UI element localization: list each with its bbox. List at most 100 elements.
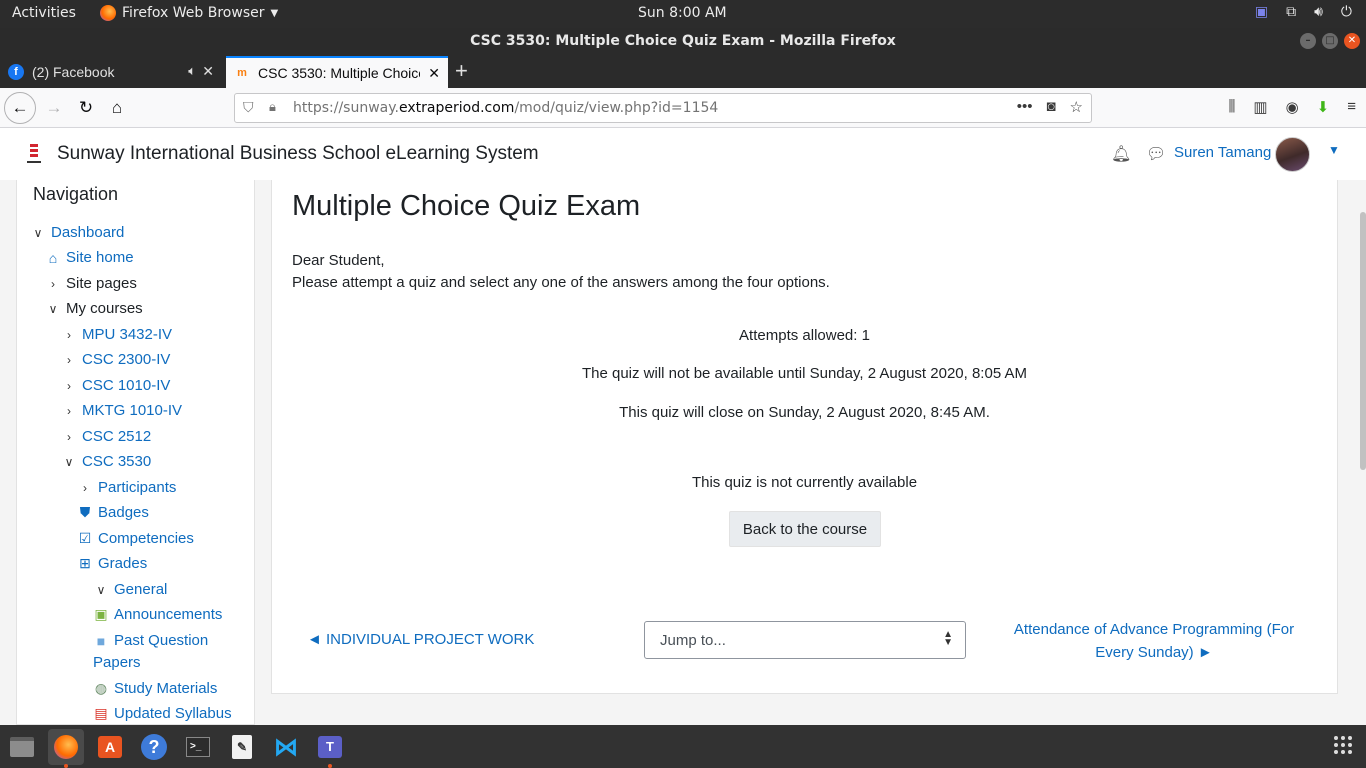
page-scrollbar[interactable] — [1360, 212, 1366, 470]
navigation-block: Navigation ∨ Dashboard ⌂ Site home › Site p… — [16, 180, 255, 725]
nav-item-site-pages[interactable]: › Site pages — [46, 275, 137, 292]
software-center-icon[interactable]: A — [92, 729, 128, 765]
bookmark-star-icon[interactable]: ☆ — [1070, 98, 1083, 116]
navigation-heading: Navigation — [33, 184, 119, 204]
nav-item-course[interactable]: › CSC 1010-IV — [62, 377, 170, 394]
chevron-down-icon[interactable]: ∨ — [62, 455, 76, 469]
prev-activity-link[interactable]: ◄ INDIVIDUAL PROJECT WORK — [307, 631, 534, 648]
nav-item-course-current[interactable]: ∨ CSC 3530 — [62, 453, 152, 470]
lock-icon[interactable]: 🔒︎ — [269, 99, 276, 115]
forward-button[interactable]: → — [40, 94, 68, 122]
nav-item-past-papers-line2[interactable]: Papers — [93, 654, 141, 671]
url-text[interactable]: https://sunway.extraperiod.com/mod/quiz/… — [293, 100, 718, 116]
close-tab-icon[interactable]: ✕ — [202, 63, 214, 80]
firefox-dock-icon[interactable] — [48, 729, 84, 765]
chevron-right-icon[interactable]: › — [62, 353, 76, 367]
tab-facebook[interactable]: f (2) Facebook 🔈︎ ✕ — [0, 56, 222, 88]
help-icon[interactable]: ? — [136, 729, 172, 765]
chevron-right-icon[interactable]: › — [78, 481, 92, 495]
app-menu-label: Firefox Web Browser — [122, 5, 265, 21]
files-icon[interactable] — [4, 729, 40, 765]
nav-item-dashboard[interactable]: ∨ Dashboard — [31, 224, 125, 241]
show-applications-icon[interactable] — [1334, 736, 1352, 754]
system-top-bar: Activities Firefox Web Browser ▼ Sun 8:0… — [0, 0, 1366, 28]
chevron-down-icon[interactable]: ∨ — [94, 583, 108, 597]
pocket-icon[interactable]: ◙ — [1046, 98, 1055, 116]
tab-quiz[interactable]: m CSC 3530: Multiple Choice Quiz Exam ✕ — [226, 56, 448, 88]
shield-icon[interactable]: ⛉ — [243, 99, 254, 116]
chat-icon[interactable]: 💬︎ — [1146, 144, 1166, 164]
home-button[interactable]: ⌂ — [103, 94, 131, 122]
chevron-down-icon: ▼ — [270, 7, 279, 19]
speaker-icon[interactable]: 🔈︎ — [188, 63, 196, 79]
close-window-button[interactable]: ✕ — [1344, 33, 1360, 49]
app-menu[interactable]: Firefox Web Browser ▼ — [100, 5, 278, 21]
chevron-right-icon[interactable]: › — [62, 379, 76, 393]
tab-strip: f (2) Facebook 🔈︎ ✕ m CSC 3530: Multiple… — [0, 56, 1366, 88]
chevron-right-icon[interactable]: › — [46, 277, 60, 291]
new-tab-button[interactable]: + — [455, 58, 468, 84]
chevron-right-icon[interactable]: › — [62, 430, 76, 444]
nav-item-study-materials[interactable]: ◍ Study Materials — [93, 680, 217, 697]
firefox-icon — [100, 5, 116, 21]
chevron-right-icon[interactable]: › — [62, 404, 76, 418]
attempts-allowed: Attempts allowed: 1 — [739, 327, 870, 344]
taskbar-dock: A ? >_ ✎ ⋈ T — [0, 725, 1366, 768]
site-name[interactable]: Sunway International Business School eLe… — [57, 143, 539, 165]
library-icon[interactable]: ⫼ — [1228, 98, 1235, 116]
close-tab-icon[interactable]: ✕ — [428, 65, 440, 82]
nav-item-competencies[interactable]: ☑ Competencies — [77, 530, 194, 547]
user-menu-chevron-icon[interactable]: ▼ — [1328, 143, 1340, 157]
tab-title: CSC 3530: Multiple Choice Quiz Exam — [258, 65, 420, 81]
back-button[interactable]: ← — [4, 92, 36, 124]
next-activity-link[interactable]: Attendance of Advance Programming (For E… — [1004, 618, 1304, 664]
nav-item-announcements[interactable]: ▣ Announcements — [93, 606, 222, 623]
reload-button[interactable]: ↻ — [72, 94, 100, 122]
running-indicator — [328, 764, 332, 768]
nav-item-course[interactable]: › MPU 3432-IV — [62, 326, 172, 343]
menu-icon[interactable]: ≡ — [1347, 98, 1356, 116]
sunway-logo[interactable] — [24, 142, 44, 166]
teams-tray-icon[interactable]: ▣ — [1255, 4, 1268, 20]
nav-item-updated-syllabus[interactable]: ▤ Updated Syllabus — [93, 705, 231, 722]
back-to-course-button[interactable]: Back to the course — [729, 511, 881, 547]
download-icon[interactable]: ⬇ — [1317, 98, 1330, 116]
page-actions-icon[interactable]: ••• — [1017, 98, 1033, 116]
url-bar[interactable]: ⛉ 🔒︎ https://sunway.extraperiod.com/mod/… — [234, 93, 1092, 123]
nav-item-past-papers[interactable]: ■ Past Question — [93, 632, 208, 649]
nav-item-my-courses[interactable]: ∨ My courses — [46, 300, 143, 317]
teams-icon[interactable]: T — [312, 729, 348, 765]
nav-item-course[interactable]: › CSC 2300-IV — [62, 351, 170, 368]
quiz-status: This quiz is not currently available — [691, 474, 918, 491]
nav-item-badges[interactable]: ⛊ Badges — [77, 504, 149, 521]
table-icon: ⊞ — [79, 555, 91, 571]
nav-item-course[interactable]: › CSC 2512 — [62, 428, 151, 445]
nav-item-general[interactable]: ∨ General — [94, 581, 168, 598]
url-globe-icon: ◍ — [94, 680, 108, 696]
chevron-down-icon[interactable]: ∨ — [31, 226, 45, 240]
chevron-right-icon[interactable]: › — [62, 328, 76, 342]
chevron-down-icon[interactable]: ∨ — [46, 302, 60, 316]
user-name[interactable]: Suren Tamang — [1174, 144, 1271, 161]
nav-item-grades[interactable]: ⊞ Grades — [77, 555, 147, 572]
account-icon[interactable]: ◉ — [1286, 98, 1299, 116]
sidebar-icon[interactable]: ▥ — [1253, 98, 1267, 116]
nav-item-participants[interactable]: › Participants — [78, 479, 176, 496]
activities-button[interactable]: Activities — [12, 5, 76, 21]
jump-to-label: Jump to... — [660, 632, 726, 649]
text-editor-icon[interactable]: ✎ — [224, 729, 260, 765]
system-tray[interactable]: ▣ ⧉ 🔊︎ ⏻ — [1255, 4, 1352, 20]
clock[interactable]: Sun 8:00 AM — [638, 5, 727, 21]
bell-icon[interactable]: 🔔︎ — [1111, 144, 1131, 164]
home-icon: ⌂ — [48, 249, 58, 266]
vscode-icon[interactable]: ⋈ — [268, 729, 304, 765]
nav-item-course[interactable]: › MKTG 1010-IV — [62, 402, 182, 419]
maximize-button[interactable]: □ — [1322, 33, 1338, 49]
nav-item-site-home[interactable]: ⌂ Site home — [45, 249, 134, 266]
jump-to-select[interactable]: Jump to... ▲ ▼ — [644, 621, 966, 659]
quiz-open-info: The quiz will not be available until Sun… — [581, 365, 1027, 382]
avatar[interactable] — [1275, 137, 1310, 172]
minimize-button[interactable]: – — [1300, 33, 1316, 49]
terminal-icon[interactable]: >_ — [180, 729, 216, 765]
shield-icon: ⛊ — [79, 504, 91, 520]
